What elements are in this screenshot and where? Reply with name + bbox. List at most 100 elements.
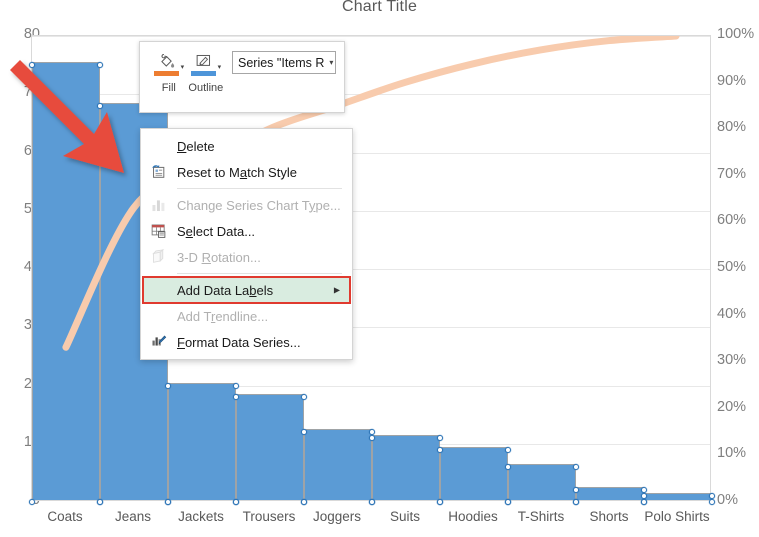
- menu-separator: [177, 273, 342, 274]
- menu-item-add-trendline: Add Trendline...: [141, 303, 352, 329]
- menu-item-delete[interactable]: Delete: [141, 133, 352, 159]
- y-axis-right-tick: 10%: [717, 445, 747, 462]
- selection-handle[interactable]: [165, 499, 171, 505]
- selection-handle[interactable]: [233, 382, 239, 389]
- y-axis-right-tick: 50%: [717, 259, 747, 275]
- selection-handle[interactable]: [369, 434, 375, 441]
- selection-handle[interactable]: [437, 446, 443, 453]
- series-selector-caret-icon: ▾: [329, 58, 334, 67]
- bar-top-edge: [236, 394, 304, 396]
- y-axis-right-tick: 20%: [717, 398, 747, 415]
- bar-top-edge: [576, 487, 644, 489]
- selection-handle[interactable]: [97, 499, 103, 505]
- y-axis-right-tick: 90%: [717, 72, 747, 89]
- menu-item-label: Change Series Chart Type...: [177, 197, 341, 213]
- selection-handle[interactable]: [505, 499, 511, 505]
- chart-type-icon: [150, 197, 167, 214]
- y-axis-right-tick: 80%: [717, 119, 747, 136]
- bar-top-edge: [508, 464, 576, 466]
- bar[interactable]: [304, 429, 372, 500]
- bar-top-edge: [168, 382, 236, 384]
- outline-color-swatch[interactable]: [190, 70, 216, 76]
- x-axis-category-label: Hoodies: [448, 509, 498, 524]
- bar[interactable]: [644, 493, 712, 500]
- x-axis-category-label: Suits: [389, 509, 420, 524]
- selection-handle[interactable]: [29, 499, 35, 505]
- bar-top-edge: [440, 446, 508, 448]
- y-axis-right-tick: 60%: [717, 212, 747, 229]
- y-axis-right-tick: 30%: [717, 352, 747, 369]
- mini-format-toolbar[interactable]: ▾ Fill ▾ Outline Series "Items R ▾: [139, 41, 345, 113]
- x-axis-category-label: Joggers: [312, 509, 362, 524]
- x-axis-category-label: Trousers: [242, 509, 296, 524]
- menu-item-add-data-labels[interactable]: Add Data Labels ▶: [142, 276, 351, 304]
- fill-bucket-glyph: [160, 53, 174, 68]
- y-axis-right-tick: 100%: [717, 26, 755, 42]
- menu-item-3-d-rotation: 3-D Rotation...: [141, 244, 352, 270]
- menu-item-format-data-series[interactable]: Format Data Series...: [141, 329, 352, 355]
- outline-pen-glyph: [196, 54, 210, 66]
- outline-label: Outline: [188, 82, 224, 94]
- context-menu[interactable]: Delete Reset to Match Style Change Series …: [140, 128, 353, 360]
- x-axis-category-label: Jeans: [114, 509, 152, 524]
- selection-handle[interactable]: [709, 499, 715, 505]
- selection-handle[interactable]: [437, 499, 443, 505]
- x-axis-category-label: Shorts: [589, 509, 629, 524]
- fill-button-group[interactable]: ▾ Fill: [152, 49, 186, 94]
- menu-item-label: Add Trendline...: [177, 308, 269, 324]
- bar-top-edge: [644, 493, 712, 495]
- selection-handle[interactable]: [573, 464, 579, 471]
- bar-top-edge: [304, 429, 372, 431]
- x-axis-category-label: Coats: [47, 509, 83, 524]
- selection-handle[interactable]: [301, 499, 307, 505]
- series-selector-dropdown[interactable]: Series "Items R ▾: [232, 51, 336, 74]
- bar[interactable]: [576, 487, 644, 500]
- bar[interactable]: [372, 434, 440, 500]
- selection-handle[interactable]: [505, 464, 511, 471]
- submenu-arrow-icon[interactable]: ▶: [334, 286, 340, 295]
- x-axis-category-label: Jackets: [178, 509, 224, 524]
- selection-handle[interactable]: [301, 394, 307, 401]
- menu-item-select-data[interactable]: Select Data...: [141, 218, 352, 244]
- outline-button-group[interactable]: ▾ Outline: [186, 49, 226, 94]
- selection-handle[interactable]: [233, 499, 239, 505]
- outline-dropdown-caret-icon[interactable]: ▾: [218, 63, 222, 71]
- menu-item-change-series-chart-type: Change Series Chart Type...: [141, 192, 352, 218]
- menu-item-label: Add Data Labels: [177, 282, 274, 298]
- selection-handle[interactable]: [641, 499, 647, 505]
- bar[interactable]: [168, 382, 236, 500]
- menu-item-reset-to-match-style[interactable]: Reset to Match Style: [141, 159, 352, 185]
- chart-title[interactable]: Chart Title: [0, 0, 759, 16]
- fill-dropdown-caret-icon[interactable]: ▾: [181, 63, 185, 71]
- menu-item-label: Select Data...: [177, 223, 256, 239]
- bar[interactable]: [440, 446, 508, 500]
- selection-handle[interactable]: [505, 446, 511, 453]
- bar[interactable]: [236, 394, 304, 500]
- bar[interactable]: [508, 464, 576, 500]
- menu-item-label: 3-D Rotation...: [177, 249, 261, 265]
- red-arrow-annotation-icon: [10, 60, 124, 173]
- fill-bucket-icon[interactable]: [153, 53, 179, 76]
- selection-handle[interactable]: [573, 499, 579, 505]
- fill-label: Fill: [161, 82, 176, 94]
- y-axis-right-tick: 0%: [717, 492, 738, 508]
- selection-handle[interactable]: [165, 382, 171, 389]
- menu-separator: [177, 188, 342, 189]
- x-axis-category-label: T-Shirts: [517, 509, 565, 524]
- y-axis-right-tick: 70%: [717, 165, 747, 182]
- pareto-chart: Chart Title 01020304050607080 0%10%20%30…: [0, 0, 759, 537]
- menu-item-label: Delete: [177, 138, 215, 154]
- series-selector-value: Series "Items R: [238, 55, 325, 70]
- select-data-icon: [150, 223, 167, 240]
- menu-item-label: Format Data Series...: [177, 334, 301, 350]
- menu-item-label: Reset to Match Style: [177, 164, 297, 180]
- y-axis-right-tick: 40%: [717, 305, 747, 322]
- outline-pen-icon[interactable]: [190, 53, 216, 76]
- x-axis-category-labels[interactable]: Coats Jeans Jackets Trousers Joggers Suits Hoo…: [31, 509, 711, 533]
- selection-handle[interactable]: [437, 434, 443, 441]
- selection-handle[interactable]: [369, 499, 375, 505]
- reset-style-icon: [150, 164, 167, 181]
- format-series-icon: [150, 334, 167, 351]
- fill-color-swatch[interactable]: [153, 70, 179, 76]
- x-axis-category-label: Polo Shirts: [644, 509, 710, 524]
